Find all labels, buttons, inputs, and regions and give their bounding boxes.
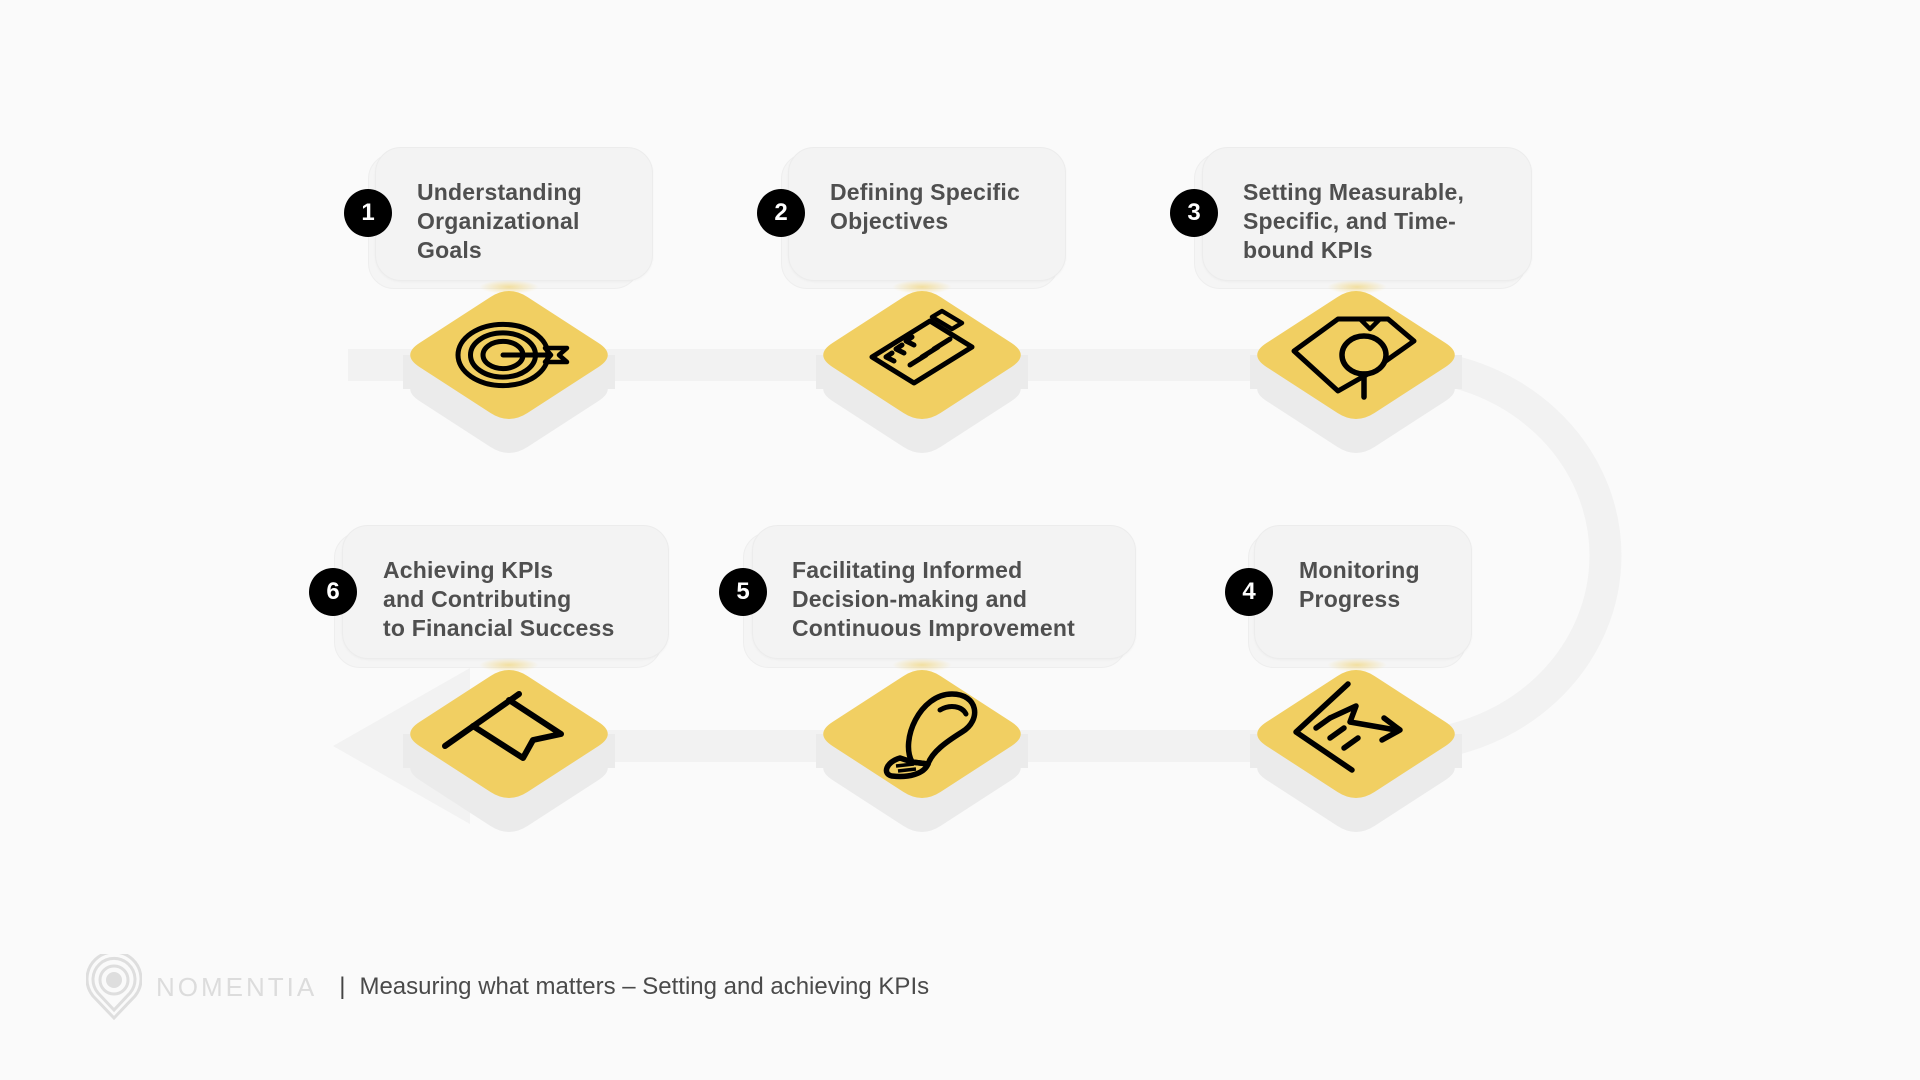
step-badge-3: 3	[1170, 189, 1218, 237]
footer-subtitle: Measuring what matters – Setting and ach…	[359, 973, 930, 1000]
footer: NOMENTIA | Measuring what matters – Sett…	[86, 954, 930, 1020]
step-tile-1	[403, 290, 615, 454]
nomentia-logo-icon	[86, 954, 142, 1020]
process-diagram: Understanding Organizational Goals 1 Def…	[0, 0, 1920, 1080]
step-title-6: Achieving KPIs and Contributing to Finan…	[383, 557, 615, 641]
step-title-3: Setting Measurable, Specific, and Time- …	[1243, 179, 1465, 263]
brand-name: NOMENTIA	[156, 971, 318, 1002]
step-title-2: Defining Specific Objectives	[830, 179, 1020, 234]
step-tile-4	[1250, 669, 1462, 833]
step-badge-6: 6	[309, 568, 357, 616]
step-badge-5: 5	[719, 568, 767, 616]
step-tile-5	[816, 669, 1028, 833]
step-title-1: Understanding Organizational Goals	[417, 179, 582, 263]
step-badge-2: 2	[757, 189, 805, 237]
step-tile-6	[403, 669, 615, 833]
step-tile-3	[1250, 290, 1462, 454]
step-badge-1: 1	[344, 189, 392, 237]
step-title-4: Monitoring Progress	[1299, 557, 1420, 612]
footer-separator: |	[339, 973, 346, 1000]
step-badge-4: 4	[1225, 568, 1273, 616]
step-tile-2	[816, 290, 1028, 454]
step-title-5: Facilitating Informed Decision-making an…	[792, 557, 1075, 641]
